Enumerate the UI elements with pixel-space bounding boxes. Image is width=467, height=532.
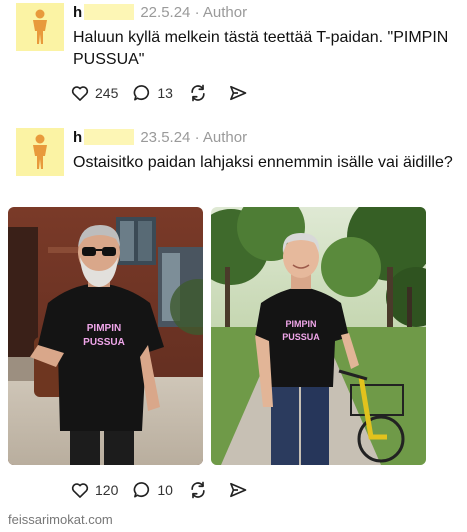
repost-button[interactable]: [187, 480, 214, 500]
shirt-print-line2: PUSSUA: [83, 337, 125, 348]
post-actions: 245 13: [70, 82, 267, 104]
comment-icon: [134, 85, 150, 101]
share-button[interactable]: [228, 480, 253, 500]
username[interactable]: h: [73, 129, 82, 146]
avatar[interactable]: [16, 3, 64, 51]
avatar[interactable]: [16, 128, 64, 176]
post: h 22.5.24 · Author Haluun kyllä melkein …: [0, 0, 467, 115]
person-icon: [33, 134, 47, 169]
post-date: 23.5.24: [140, 129, 191, 146]
comment-button[interactable]: 10: [132, 479, 173, 501]
post-meta: h 23.5.24 · Author: [73, 129, 247, 147]
author-badge: Author: [202, 129, 248, 146]
meta-separator: ·: [194, 4, 200, 21]
post: h 23.5.24 · Author Ostaisitko paidan lah…: [0, 125, 467, 520]
redacted-name: [84, 129, 135, 145]
comment-count: 10: [157, 482, 173, 498]
repost-icon: [191, 481, 205, 499]
photo-gallery: PIMPIN PUSSUA PIMPIN PUSSUA: [8, 207, 426, 465]
person-icon: [33, 9, 47, 44]
like-button[interactable]: 245: [70, 82, 118, 104]
photo-man-city-image: PIMPIN PUSSUA: [8, 207, 203, 465]
post-actions: 120 10: [70, 479, 267, 501]
comment-icon: [134, 482, 150, 498]
heart-icon: [71, 86, 89, 101]
redacted-name: [84, 4, 135, 20]
photo-woman-park-image: PIMPIN PUSSUA: [211, 207, 426, 465]
post-text: Haluun kyllä melkein tästä teettää T-pai…: [73, 29, 449, 68]
post-meta: h 22.5.24 · Author: [73, 4, 247, 22]
watermark: feissarimokat.com: [8, 512, 113, 527]
heart-icon: [71, 483, 89, 498]
shirt-print-line2: PUSSUA: [282, 332, 320, 342]
comment-count: 13: [157, 85, 173, 101]
like-count: 120: [95, 482, 119, 498]
shirt-print-line1: PIMPIN: [87, 323, 121, 334]
shirt-print-line1: PIMPIN: [285, 319, 316, 329]
share-button[interactable]: [228, 83, 253, 103]
photo-man-city[interactable]: PIMPIN PUSSUA: [8, 207, 203, 465]
like-button[interactable]: 120: [70, 479, 118, 501]
post-text: Ostaisitko paidan lahjaksi ennemmin isäl…: [73, 154, 453, 171]
post-date: 22.5.24: [140, 4, 191, 21]
username[interactable]: h: [73, 4, 82, 21]
share-icon: [230, 482, 247, 498]
repost-button[interactable]: [187, 83, 214, 103]
share-icon: [230, 85, 247, 101]
photo-woman-park[interactable]: PIMPIN PUSSUA: [211, 207, 426, 465]
author-badge: Author: [202, 4, 248, 21]
comment-button[interactable]: 13: [132, 82, 173, 104]
like-count: 245: [95, 85, 119, 101]
meta-separator: ·: [194, 129, 200, 146]
repost-icon: [191, 84, 205, 102]
